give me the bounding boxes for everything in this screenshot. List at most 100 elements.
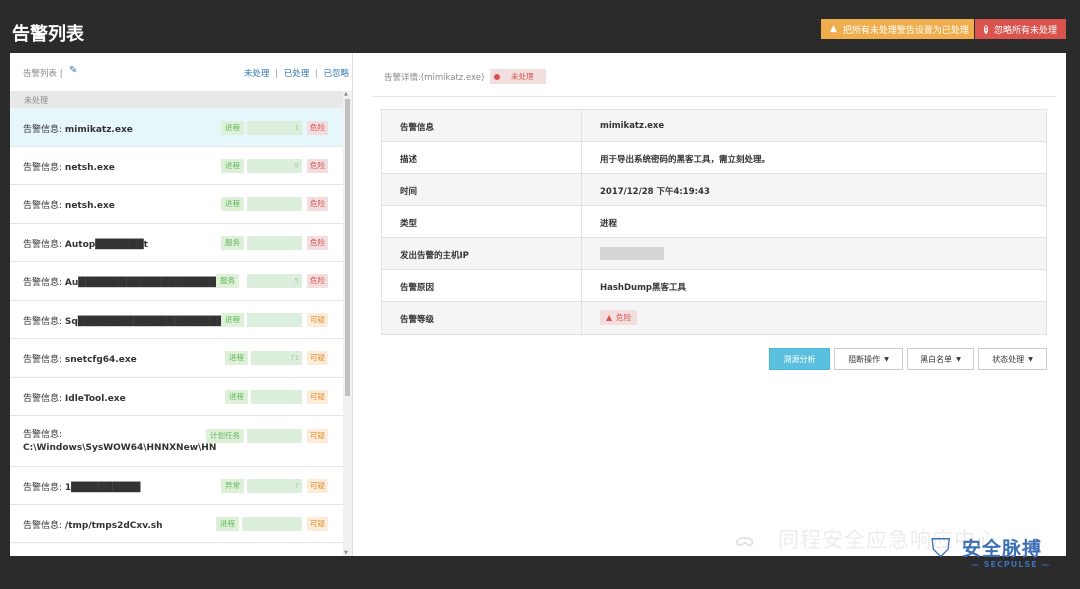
item-redacted: 71 (251, 351, 302, 365)
item-type-badge: 异常 (221, 479, 244, 493)
list-item[interactable]: 告警信息: mimikatz.exe 进程 1 危险 (10, 108, 343, 147)
warning-icon: ▲ (830, 24, 837, 34)
black-white-list-button[interactable]: 黑白名单 ▼ (907, 348, 974, 370)
item-level-badge: 可疑 (307, 479, 328, 493)
list-item[interactable]: 告警信息: Sq██████████████████████e 进程 可疑 (10, 301, 343, 339)
item-level-badge: 危险 (307, 274, 328, 288)
item-level-badge: 危险 (307, 197, 328, 211)
item-label: 告警信息: Sq██████████████████████e (23, 317, 237, 327)
item-label: 告警信息: netsh.exe (23, 201, 115, 211)
list-item[interactable]: 告警信息: netsh.exe 进程 危险 (10, 185, 343, 224)
brand-sub: — SECPULSE — (971, 560, 1051, 569)
divider (372, 96, 1056, 97)
item-redacted (247, 197, 302, 211)
list-item[interactable]: 告警信息: Autop███████t 服务 危险 (10, 224, 343, 262)
trace-analysis-button[interactable]: 溯源分析 (769, 348, 830, 370)
black-white-list-label: 黑白名单 (920, 354, 953, 364)
alert-list: 告警信息: mimikatz.exe 进程 1 危险 告警信息: netsh.e… (10, 108, 343, 556)
item-label: 告警信息: Autop███████t (23, 240, 148, 250)
item-type-badge: 进程 (221, 197, 244, 211)
list-item[interactable]: 告警信息: IdleTool.exe 进程 可疑 (10, 378, 343, 416)
list-scrollbar[interactable]: ▲ ▼ (343, 91, 352, 556)
item-label: 告警信息: IdleTool.exe (23, 394, 126, 404)
list-item[interactable]: 告警信息: C:\Windows\SysWOW64\HNNXNew\HN 计划任… (10, 416, 343, 467)
detail-value: 进程 (600, 219, 618, 229)
edit-icon[interactable]: ✎ (69, 65, 77, 76)
status-dot-icon (494, 74, 500, 80)
detail-value (582, 238, 1046, 269)
wechat-icon: ᯅ (735, 530, 755, 551)
item-label: 告警信息: 1██████████ (23, 483, 141, 493)
filter-unhandled[interactable]: 未处理 (244, 69, 270, 79)
detail-header: 告警详情:(mimikatz.exe) (384, 73, 485, 83)
item-redacted: 5 (247, 274, 302, 288)
item-label: 告警信息: Au████████████████████g (23, 278, 224, 288)
item-redacted (247, 313, 302, 327)
item-label: 告警信息: /tmp/tmps2dCxv.sh (23, 521, 163, 531)
item-type-badge: 服务 (216, 274, 239, 288)
list-item[interactable]: 告警信息: netsh.exe 进程 9 危险 (10, 147, 343, 185)
list-item[interactable]: 告警信息: Au████████████████████g 服务 5 危险 (10, 262, 343, 301)
filter-separator: | (275, 69, 278, 79)
scroll-down-icon[interactable]: ▼ (344, 550, 348, 556)
scrollbar-thumb[interactable] (345, 99, 350, 396)
scroll-up-icon[interactable]: ▲ (344, 91, 348, 97)
detail-row: 时间 2017/12/28 下午4:19:43 (382, 174, 1046, 206)
detail-value: ▲ 危险 (582, 302, 1046, 334)
detail-key: 告警信息 (382, 110, 582, 141)
status-badge: 未处理 (490, 69, 546, 84)
item-level-badge: 可疑 (307, 517, 328, 531)
alert-list-title: 告警列表 | (23, 69, 63, 79)
detail-key: 告警等级 (382, 302, 582, 334)
list-item[interactable]: 告警信息: snetcfg64.exe 进程 71 可疑 (10, 339, 343, 378)
ignore-all-label: 忽略所有未处理 (993, 25, 1057, 36)
status-handling-button[interactable]: 状态处理 ▼ (978, 348, 1047, 370)
detail-key: 类型 (382, 206, 582, 237)
status-handling-label: 状态处理 (992, 354, 1025, 364)
exclamation-icon: ! (984, 24, 988, 34)
filter-ignored[interactable]: 已忽略 (323, 69, 349, 79)
redacted-ip (600, 247, 664, 260)
detail-value: mimikatz.exe (600, 121, 665, 131)
detail-row: 告警信息 mimikatz.exe (382, 110, 1046, 142)
item-label: 告警信息: mimikatz.exe (23, 125, 133, 135)
brand-name: 安全脉搏 (962, 538, 1043, 560)
warning-icon: ▲ (606, 313, 613, 322)
item-type-badge: 进程 (221, 159, 244, 173)
filter-separator: | (314, 69, 318, 79)
detail-table: 告警信息 mimikatz.exe 描述 用于导出系统密码的黑客工具，需立刻处理… (381, 109, 1047, 335)
item-type-badge: 进程 (216, 517, 239, 531)
detail-key: 告警原因 (382, 270, 582, 301)
list-item[interactable]: 告警信息: 1██████████ 异常 7 可疑 (10, 467, 343, 505)
alert-list-header: 告警列表 | ✎ 未处理 | 已处理 | 已忽略 (10, 53, 353, 91)
ignore-all-button[interactable]: ! 忽略所有未处理 (975, 19, 1066, 39)
item-type-badge: 进程 (225, 390, 248, 404)
detail-value: 用于导出系统密码的黑客工具，需立刻处理。 (600, 155, 771, 165)
block-action-label: 阻断操作 (848, 354, 881, 364)
main-panel: 告警列表 | ✎ 未处理 | 已处理 | 已忽略 未处理 告警信息: mimik… (10, 53, 1066, 556)
detail-value: 2017/12/28 下午4:19:43 (600, 187, 710, 197)
alert-list-pane: 告警列表 | ✎ 未处理 | 已处理 | 已忽略 未处理 告警信息: mimik… (10, 53, 353, 556)
item-type-badge: 进程 (221, 313, 244, 327)
item-redacted: 9 (247, 159, 302, 173)
item-level-badge: 危险 (307, 159, 328, 173)
item-redacted (251, 390, 302, 404)
item-redacted: 1 (247, 121, 302, 135)
caret-down-icon: ▼ (1028, 355, 1033, 363)
block-action-button[interactable]: 阻断操作 ▼ (834, 348, 903, 370)
trace-analysis-label: 溯源分析 (783, 354, 816, 364)
item-label: 告警信息: C:\Windows\SysWOW64\HNNXNew\HN (23, 430, 217, 453)
item-level-badge: 可疑 (307, 429, 328, 443)
filter-handled[interactable]: 已处理 (284, 69, 310, 79)
caret-down-icon: ▼ (956, 355, 961, 363)
detail-row: 发出告警的主机IP (382, 238, 1046, 270)
item-level-badge: 危险 (307, 121, 328, 135)
section-unhandled: 未处理 (10, 91, 343, 108)
list-item[interactable]: 告警信息: /tmp/tmps2dCxv.sh 进程 可疑 (10, 505, 343, 543)
detail-value: HashDump黑客工具 (600, 283, 687, 293)
detail-key: 发出告警的主机IP (382, 238, 582, 269)
mark-all-handled-label: 把所有未处理警告设置为已处理 (842, 25, 969, 36)
detail-row: 类型 进程 (382, 206, 1046, 238)
mark-all-handled-button[interactable]: ▲ 把所有未处理警告设置为已处理 (821, 19, 974, 39)
level-badge: ▲ 危险 (600, 310, 638, 325)
